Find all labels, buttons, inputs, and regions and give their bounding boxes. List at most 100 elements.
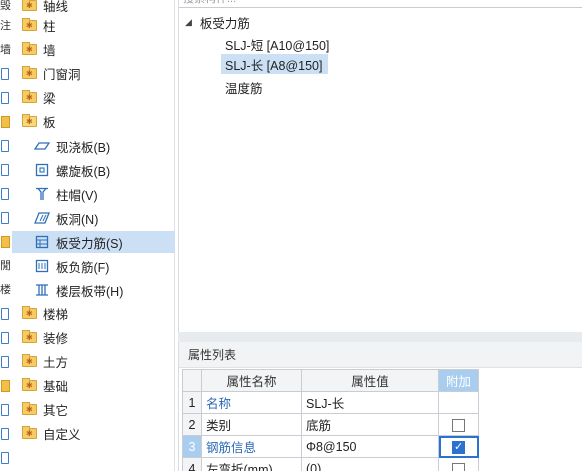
folder-icon: [22, 329, 37, 343]
property-value[interactable]: 底筋: [301, 413, 439, 436]
tree-item-custom[interactable]: 自定义: [12, 422, 175, 444]
header-value[interactable]: 属性值: [301, 369, 439, 392]
tree-item-label: 板受力筋(S): [56, 236, 123, 251]
tree-item-column-cap[interactable]: 柱帽(V): [12, 183, 175, 205]
panel-splitter[interactable]: [178, 332, 582, 342]
table-row-selected[interactable]: 3 钢筋信息 Φ8@150: [182, 435, 479, 458]
property-value[interactable]: SLJ-长: [301, 391, 439, 414]
header-extra[interactable]: 附加: [438, 369, 479, 392]
component-item-selected[interactable]: SLJ-长 [A8@150]: [221, 54, 329, 74]
extra-cell[interactable]: [438, 413, 479, 436]
component-label: 温度筋: [225, 81, 263, 96]
folder-icon: [22, 401, 37, 415]
slab-strip-icon: [34, 283, 50, 297]
strip-icon: [1, 140, 9, 152]
strip-icon: [1, 308, 9, 320]
folder-icon: [22, 353, 37, 367]
table-row[interactable]: 2 类别 底筋: [182, 413, 479, 436]
table-row[interactable]: 1 名称 SLJ-长: [182, 391, 479, 414]
property-name: 名称: [201, 391, 302, 414]
component-type-tree: 轴线 柱 墙 门窗洞 梁 板 现浇板(B): [12, 0, 175, 471]
strip-icon: [1, 164, 9, 176]
tree-item-label: 门窗洞: [43, 67, 81, 82]
cast-slab-icon: [34, 139, 50, 153]
tree-item-stairs[interactable]: 楼梯: [12, 302, 175, 324]
tree-item-spiral-slab[interactable]: 螺旋板(B): [12, 159, 175, 181]
tree-item-slab[interactable]: 板: [12, 110, 175, 132]
tree-item-wall[interactable]: 墙: [12, 38, 175, 60]
strip-icon: [1, 452, 9, 464]
checkbox[interactable]: [452, 462, 465, 471]
tree-item-label: 墙: [43, 43, 56, 58]
tree-item-negative-rebar[interactable]: 板负筋(F): [12, 255, 175, 277]
property-value[interactable]: Φ8@150: [301, 435, 439, 458]
strip-char: 楼: [0, 284, 11, 296]
component-label: SLJ-短 [A10@150]: [225, 38, 330, 53]
folder-icon: [22, 41, 37, 55]
checkbox[interactable]: [452, 418, 465, 432]
folder-icon: [22, 17, 37, 31]
tree-item-label: 板: [43, 115, 56, 130]
tree-item-beam[interactable]: 梁: [12, 86, 175, 108]
tree-item-decoration[interactable]: 装修: [12, 326, 175, 348]
strip-char: 毁: [0, 0, 11, 12]
collapse-triangle-icon[interactable]: ◢: [185, 17, 192, 28]
tree-item-other[interactable]: 其它: [12, 398, 175, 420]
extra-cell[interactable]: [438, 457, 479, 471]
extra-cell[interactable]: [438, 435, 479, 458]
tree-item-foundation[interactable]: 基础: [12, 374, 175, 396]
tree-item-label: 梁: [43, 91, 56, 106]
tree-item-label: 装修: [43, 331, 69, 346]
component-item[interactable]: SLJ-短 [A10@150]: [225, 34, 329, 54]
properties-panel: 属性列表 属性名称 属性值 附加 1 名称 SLJ-长 2 类别 底筋 3 钢筋…: [178, 342, 582, 471]
component-item[interactable]: 温度筋: [225, 77, 263, 97]
tree-item-slab-rebar[interactable]: 板受力筋(S): [12, 231, 175, 253]
tree-item-cast-slab[interactable]: 现浇板(B): [12, 135, 175, 157]
component-label: SLJ-长 [A8@150]: [225, 58, 323, 73]
left-edge-strip: 毁 注 墙 閒 楼: [0, 0, 12, 471]
strip-char: 墙: [0, 44, 11, 56]
folder-open-icon: [22, 113, 37, 127]
property-name: 类别: [201, 413, 302, 436]
tree-item-label: 轴线: [43, 0, 69, 14]
tree-item-slab-hole[interactable]: 板洞(N): [12, 207, 175, 229]
tree-item-slab-strip[interactable]: 楼层板带(H): [12, 279, 175, 301]
property-name: 左弯折(mm): [201, 457, 302, 471]
folder-icon: [22, 377, 37, 391]
tree-item-label: 其它: [43, 403, 69, 418]
spiral-slab-icon: [34, 163, 50, 177]
strip-icon: [1, 212, 9, 224]
strip-icon: [1, 236, 10, 248]
table-row[interactable]: 4 左弯折(mm) (0): [182, 457, 479, 471]
folder-icon: [22, 89, 37, 103]
strip-icon: [1, 332, 9, 344]
negative-rebar-icon: [34, 259, 50, 273]
folder-icon: [22, 65, 37, 79]
tree-item-label: 柱: [43, 19, 56, 34]
folder-icon: [22, 425, 37, 439]
tree-node-root[interactable]: ◢ 板受力筋: [185, 12, 250, 32]
tree-node-label: 板受力筋: [199, 16, 250, 31]
tree-item-label: 现浇板(B): [56, 140, 111, 155]
strip-icon: [1, 428, 9, 440]
extra-cell: [438, 391, 479, 414]
row-number: 1: [182, 391, 202, 414]
strip-char: 注: [0, 20, 11, 32]
panel-title: 属性列表: [179, 342, 582, 368]
tree-item-label: 楼梯: [43, 307, 69, 322]
folder-icon: [22, 0, 37, 11]
tree-item-door-window[interactable]: 门窗洞: [12, 62, 175, 84]
row-number: 2: [182, 413, 202, 436]
property-name: 钢筋信息: [201, 435, 302, 458]
search-input[interactable]: 搜索构件...: [179, 0, 582, 8]
strip-icon: [1, 92, 9, 104]
tree-item-earthwork[interactable]: 土方: [12, 350, 175, 372]
checkbox-checked[interactable]: [452, 440, 465, 454]
property-value[interactable]: (0): [301, 457, 439, 471]
header-name[interactable]: 属性名称: [201, 369, 302, 392]
row-number: 3: [182, 435, 202, 458]
row-number: 4: [182, 457, 202, 471]
properties-table: 属性名称 属性值 附加 1 名称 SLJ-长 2 类别 底筋 3 钢筋信息 Φ8…: [182, 369, 479, 471]
tree-item-column[interactable]: 柱: [12, 14, 175, 36]
strip-icon: [1, 68, 9, 80]
